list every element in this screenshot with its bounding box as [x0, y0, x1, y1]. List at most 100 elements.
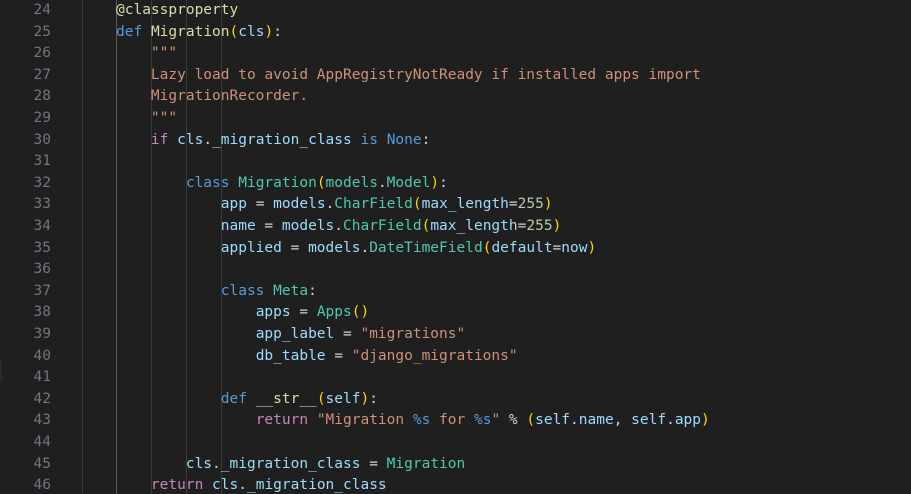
line-number: 44	[33, 434, 51, 450]
code-line[interactable]: 28 MigrationRecorder.	[0, 86, 911, 108]
code-text: class Migration(models.Model):	[116, 173, 448, 195]
code-token: CharField	[334, 196, 413, 213]
code-line[interactable]: 43 return "Migration %s for %s" % (self.…	[0, 410, 911, 432]
code-token: db_table	[255, 347, 326, 364]
code-token: Migration	[386, 455, 466, 472]
code-text: if cls._migration_class is None:	[116, 130, 430, 152]
code-token: ,	[613, 412, 632, 429]
code-token: (	[412, 196, 422, 213]
code-token: (	[316, 174, 326, 191]
code-text: def Migration(cls):	[116, 22, 282, 44]
code-line[interactable]: 39 app_label = "migrations"	[0, 324, 911, 346]
code-text: applied = models.DateTimeField(default=n…	[116, 238, 596, 260]
code-token: default	[491, 239, 553, 256]
code-token: =	[325, 347, 352, 364]
line-number: 35	[33, 239, 51, 256]
code-token: name	[578, 412, 614, 429]
code-line[interactable]: 44	[0, 432, 911, 454]
code-line[interactable]: 31	[0, 151, 911, 173]
code-token: class	[220, 282, 265, 299]
code-token: 255	[517, 196, 544, 213]
code-line[interactable]: 42 def __str__(self):	[0, 389, 911, 411]
line-number: 40	[33, 347, 51, 364]
code-token: "Migration	[316, 412, 413, 429]
line-number: 37	[33, 282, 51, 299]
code-token: def	[220, 390, 247, 407]
code-line[interactable]: 33 app = models.CharField(max_length=255…	[0, 194, 911, 216]
code-token: now	[561, 239, 588, 256]
code-token: )	[264, 23, 274, 40]
code-text: return "Migration %s for %s" % (self.nam…	[116, 410, 710, 432]
code-token: models	[281, 218, 335, 234]
code-token: app	[220, 196, 247, 213]
code-token: :	[421, 131, 431, 148]
code-text: name = models.CharField(max_length=255)	[116, 216, 562, 238]
code-text: """	[116, 43, 177, 65]
code-text: def __str__(self):	[116, 389, 378, 411]
code-token: .	[360, 239, 370, 256]
line-number: 32	[33, 174, 51, 191]
code-token: )	[360, 390, 370, 407]
code-text: cls._migration_class = Migration	[116, 454, 465, 476]
code-token: (	[229, 23, 239, 40]
code-line[interactable]: 41	[0, 367, 911, 389]
code-token: MigrationRecorder.	[116, 88, 309, 105]
code-line[interactable]: 46 return cls._migration_class	[0, 475, 911, 494]
code-token: return	[255, 412, 309, 429]
code-line[interactable]: 37 class Meta:	[0, 281, 911, 303]
code-line[interactable]: 32 class Migration(models.Model):	[0, 173, 911, 195]
line-number: 36	[33, 261, 51, 278]
code-line[interactable]: 24 @classproperty	[0, 0, 911, 22]
line-number: 25	[33, 23, 51, 40]
code-token: .	[666, 412, 675, 429]
code-token: _migration_class	[246, 477, 387, 494]
code-line[interactable]: 36	[0, 259, 911, 281]
code-token: .	[377, 174, 387, 191]
code-token: =	[281, 239, 309, 256]
code-line[interactable]: 29 """	[0, 108, 911, 130]
code-line[interactable]: 25 def Migration(cls):	[0, 22, 911, 44]
code-token: .	[238, 477, 247, 494]
code-token: models	[273, 196, 326, 213]
code-token: apps	[255, 304, 291, 321]
code-token: None	[386, 131, 422, 148]
code-line[interactable]: 35 applied = models.DateTimeField(defaul…	[0, 238, 911, 260]
line-number: 27	[33, 66, 51, 83]
code-line[interactable]: 27 Lazy load to avoid AppRegistryNotRead…	[0, 65, 911, 87]
code-token: :	[273, 23, 282, 40]
code-token: )	[552, 218, 562, 234]
code-line[interactable]: 38 apps = Apps()	[0, 302, 911, 324]
code-token: )	[701, 412, 710, 429]
code-token: .	[212, 455, 221, 472]
code-line[interactable]: 26 """	[0, 43, 911, 65]
code-token: max_length	[421, 196, 509, 213]
code-token: )	[543, 196, 553, 213]
code-token: )	[430, 174, 440, 191]
line-number: 46	[33, 477, 51, 494]
code-token: app	[674, 412, 702, 429]
code-line[interactable]: 45 cls._migration_class = Migration	[0, 454, 911, 476]
code-token: .	[570, 412, 579, 429]
code-token: =	[290, 304, 317, 321]
code-line[interactable]: 40 db_table = "django_migrations"	[0, 346, 911, 368]
code-line[interactable]: 30 if cls._migration_class is None:	[0, 130, 911, 152]
code-line[interactable]: 34 name = models.CharField(max_length=25…	[0, 216, 911, 238]
code-token: @classproperty	[116, 2, 239, 18]
code-editor[interactable]: 24 @classproperty 25 def Migration(cls): 26 …	[0, 0, 911, 494]
code-text: return cls._migration_class	[116, 475, 387, 494]
code-token: "django_migrations"	[351, 347, 518, 364]
line-number: 26	[33, 45, 51, 62]
code-token: .	[203, 131, 213, 148]
